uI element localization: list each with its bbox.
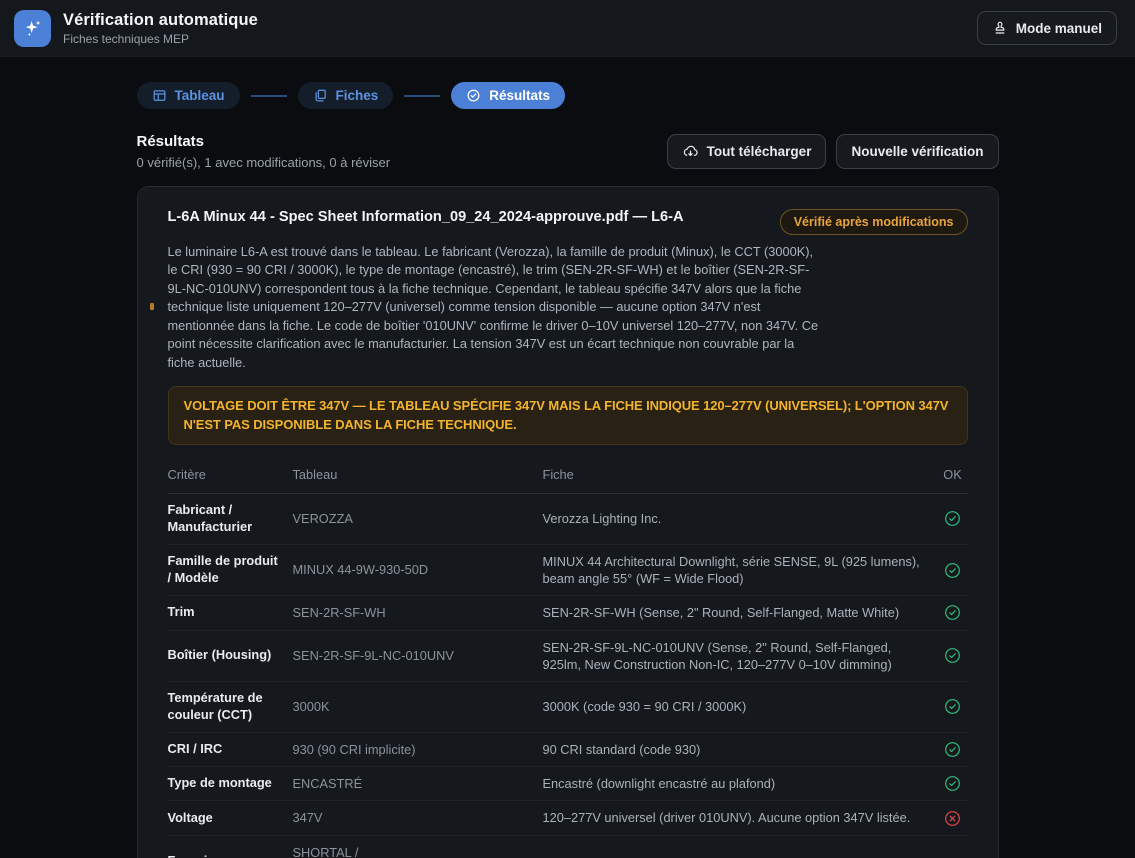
step-resultats-label: Résultats <box>489 88 550 103</box>
cell-critere: Boîtier (Housing) <box>168 647 293 664</box>
accent-dot <box>150 303 154 310</box>
stepper: Tableau Fiches Résultats <box>137 82 999 109</box>
cell-critere: Température de couleur (CCT) <box>168 690 293 724</box>
status-badge: Vérifié après modifications <box>780 209 968 235</box>
col-fiche: Fiche <box>543 467 938 482</box>
card-description: Le luminaire L6-A est trouvé dans le tab… <box>168 243 820 372</box>
status-check-icon <box>938 604 968 621</box>
results-header: Résultats 0 vérifié(s), 1 avec modificat… <box>137 133 999 170</box>
cloud-download-icon <box>682 143 699 160</box>
table-header-row: Critère Tableau Fiche OK <box>168 459 968 494</box>
app-header: Vérification automatique Fiches techniqu… <box>0 0 1135 57</box>
app-titles: Vérification automatique Fiches techniqu… <box>63 11 258 46</box>
results-actions: Tout télécharger Nouvelle vérification <box>667 134 999 169</box>
card-header: L-6A Minux 44 - Spec Sheet Information_0… <box>168 209 968 235</box>
table-row: TrimSEN-2R-SF-WHSEN-2R-SF-WH (Sense, 2" … <box>168 596 968 630</box>
table-row: Type de montageENCASTRÉEncastré (downlig… <box>168 767 968 801</box>
step-fiches[interactable]: Fiches <box>298 82 394 109</box>
cell-fiche: 3000K (code 930 = 90 CRI / 3000K) <box>543 698 938 715</box>
table-row: Température de couleur (CCT)3000K3000K (… <box>168 682 968 733</box>
col-tableau: Tableau <box>293 467 543 482</box>
cell-fiche: MINUX 44 Architectural Downlight, série … <box>543 553 938 588</box>
documents-icon <box>313 88 328 103</box>
cell-fiche: 120–277V universel (driver 010UNV). Aucu… <box>543 809 938 826</box>
cell-tableau: SEN-2R-SF-9L-NC-010UNV <box>293 647 543 664</box>
cell-fiche: SEN-2R-SF-WH (Sense, 2" Round, Self-Flan… <box>543 604 938 621</box>
mode-manuel-label: Mode manuel <box>1016 21 1102 36</box>
stepper-connector <box>404 95 440 97</box>
stamp-icon <box>992 20 1008 36</box>
sparkle-icon <box>14 10 51 47</box>
app-identity: Vérification automatique Fiches techniqu… <box>14 10 258 47</box>
results-summary: 0 vérifié(s), 1 avec modifications, 0 à … <box>137 155 391 170</box>
page-title: Vérification automatique <box>63 11 258 30</box>
cell-fiche: Verozza Lighting Inc. <box>543 510 938 527</box>
cell-critere: Trim <box>168 604 293 621</box>
status-check-icon <box>938 647 968 664</box>
page-subtitle: Fiches techniques MEP <box>63 32 258 46</box>
col-ok: OK <box>938 467 968 482</box>
status-check-icon <box>938 562 968 579</box>
cell-tableau: SHORTAL / EWEISSMAN@SHORTALL.CA / 514-78… <box>293 844 543 858</box>
cell-tableau: VEROZZA <box>293 510 543 527</box>
cell-tableau: 3000K <box>293 698 543 715</box>
cell-fiche: Encastré (downlight encastré au plafond) <box>543 775 938 792</box>
new-verification-label: Nouvelle vérification <box>851 144 983 159</box>
cell-critere: Fournisseur (contact) <box>168 853 293 858</box>
new-verification-button[interactable]: Nouvelle vérification <box>836 134 998 169</box>
download-all-button[interactable]: Tout télécharger <box>667 134 827 169</box>
card-title: L-6A Minux 44 - Spec Sheet Information_0… <box>168 209 684 225</box>
col-critere: Critère <box>168 467 293 482</box>
result-card: L-6A Minux 44 - Spec Sheet Information_0… <box>137 186 999 858</box>
table-row: CRI / IRC930 (90 CRI implicite)90 CRI st… <box>168 733 968 767</box>
cell-fiche: 90 CRI standard (code 930) <box>543 741 938 758</box>
table-row: Fabricant / ManufacturierVEROZZAVerozza … <box>168 494 968 545</box>
mode-manuel-button[interactable]: Mode manuel <box>977 11 1117 45</box>
main-content: Tableau Fiches Résultats Ré <box>137 57 999 858</box>
status-check-icon <box>938 698 968 715</box>
cell-tableau: 347V <box>293 809 543 826</box>
cell-tableau: ENCASTRÉ <box>293 775 543 792</box>
cell-tableau: 930 (90 CRI implicite) <box>293 741 543 758</box>
table-row: Famille de produit / ModèleMINUX 44-9W-9… <box>168 545 968 597</box>
status-error-icon <box>938 810 968 827</box>
step-tableau[interactable]: Tableau <box>137 82 240 109</box>
table-row: Boîtier (Housing)SEN-2R-SF-9L-NC-010UNVS… <box>168 631 968 683</box>
table-row: Fournisseur (contact)SHORTAL / EWEISSMAN… <box>168 836 968 858</box>
status-check-icon <box>938 510 968 527</box>
cell-critere: Type de montage <box>168 775 293 792</box>
status-check-icon <box>938 775 968 792</box>
step-tableau-label: Tableau <box>175 88 225 103</box>
results-heading-block: Résultats 0 vérifié(s), 1 avec modificat… <box>137 133 391 170</box>
comparison-table: Critère Tableau Fiche OK Fabricant / Man… <box>168 459 968 858</box>
warning-banner: VOLTAGE DOIT ÊTRE 347V — LE TABLEAU SPÉC… <box>168 386 968 445</box>
stepper-connector <box>251 95 287 97</box>
step-resultats[interactable]: Résultats <box>451 82 565 109</box>
cell-critere: Famille de produit / Modèle <box>168 553 293 587</box>
cell-tableau: SEN-2R-SF-WH <box>293 604 543 621</box>
cell-fiche: SEN-2R-SF-9L-NC-010UNV (Sense, 2" Round,… <box>543 639 938 674</box>
table-row: Voltage347V120–277V universel (driver 01… <box>168 801 968 835</box>
cell-tableau: MINUX 44-9W-930-50D <box>293 561 543 578</box>
cell-critere: Voltage <box>168 810 293 827</box>
table-icon <box>152 88 167 103</box>
status-check-icon <box>938 741 968 758</box>
step-fiches-label: Fiches <box>336 88 379 103</box>
download-all-label: Tout télécharger <box>707 144 812 159</box>
results-title: Résultats <box>137 133 391 150</box>
comparison-table-body: Fabricant / ManufacturierVEROZZAVerozza … <box>168 494 968 858</box>
cell-critere: Fabricant / Manufacturier <box>168 502 293 536</box>
check-circle-icon <box>466 88 481 103</box>
cell-critere: CRI / IRC <box>168 741 293 758</box>
